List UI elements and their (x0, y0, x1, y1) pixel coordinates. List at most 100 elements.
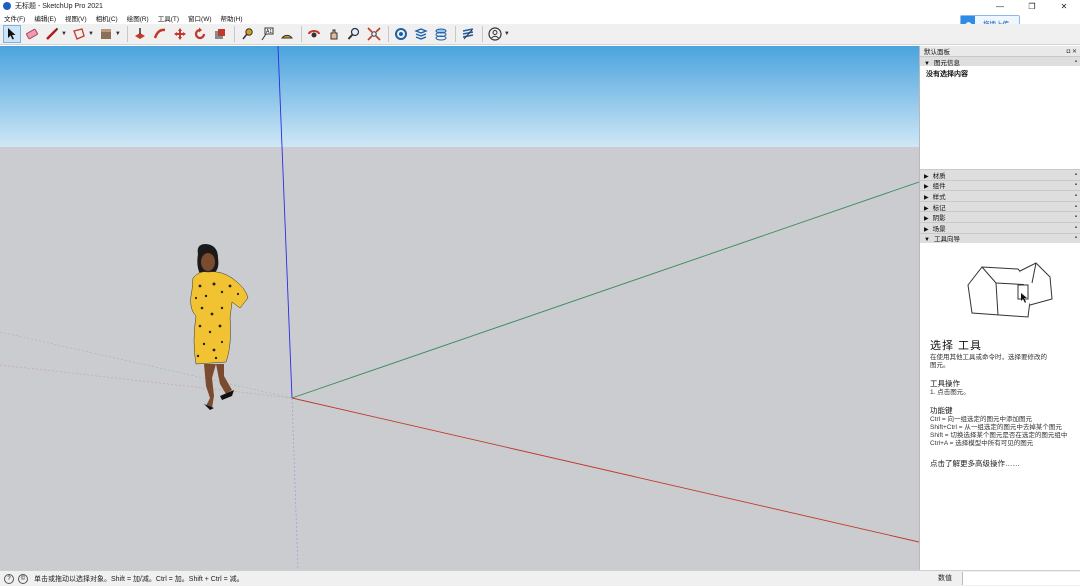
sandbox-icon (462, 28, 474, 40)
panel-close-icon[interactable]: ▪ (1075, 225, 1077, 231)
modifier-line: Ctrl+A = 选择模型中所有可见的图元 (930, 439, 1034, 447)
person-figure[interactable] (190, 244, 249, 410)
panel-close-icon[interactable]: ▪ (1075, 235, 1077, 241)
panel-components[interactable]: ▶ 组件 ▪ (920, 179, 1080, 191)
line-icon (46, 27, 59, 40)
shape-tool-button[interactable] (70, 25, 88, 43)
toolbar-separator (300, 26, 302, 42)
drawing-viewport[interactable] (0, 46, 919, 570)
account-button[interactable] (486, 25, 504, 43)
line-tool-button[interactable] (43, 25, 61, 43)
text-tool-button[interactable]: A1 (258, 25, 276, 43)
menu-draw[interactable]: 绘图(R) (127, 13, 149, 23)
status-bar: ? © 单击或拖动以选择对象。Shift = 加/减。Ctrl = 加。Shif… (0, 570, 1080, 586)
move-tool-button[interactable] (171, 25, 189, 43)
entity-info-content: 没有选择内容 (926, 71, 968, 78)
eraser-tool-button[interactable] (23, 25, 41, 43)
shape-icon (73, 28, 85, 40)
measurements-input[interactable] (962, 572, 1080, 585)
eraser-icon (26, 28, 38, 40)
panel-close-icon[interactable]: ▪ (1075, 193, 1077, 199)
panel-close-icon[interactable]: ▪ (1075, 214, 1077, 220)
collapse-triangle-icon: ▶ (924, 194, 929, 201)
maximize-button[interactable]: ❐ (1016, 0, 1048, 12)
toolbar-separator (454, 26, 456, 42)
scale-icon (214, 29, 225, 39)
green-axis-dotted-line (0, 331, 293, 399)
zoom-extents-tool-button[interactable] (365, 25, 383, 43)
panel-shadows[interactable]: ▶ 阴影 ▪ (920, 211, 1080, 222)
warehouse-icon (394, 28, 407, 40)
minimize-button[interactable]: — (984, 0, 1016, 12)
blue-axis-line (277, 46, 293, 399)
modifier-line: Shift+Ctrl = 从一组选定的图元中去掉某个图元 (930, 423, 1062, 431)
move-icon (173, 28, 186, 40)
modifier-line: Ctrl = 向一组选定的图元中添加图元 (930, 415, 1033, 423)
close-button[interactable]: ✕ (1048, 0, 1080, 12)
rotate-tool-button[interactable] (191, 25, 209, 43)
menu-edit[interactable]: 编辑(E) (34, 13, 56, 23)
panel-scenes[interactable]: ▶ 场景 ▪ (920, 221, 1080, 233)
panel-tags[interactable]: ▶ 标记 ▪ (920, 200, 1080, 212)
window-title: 无标题 - SketchUp Pro 2021 (15, 3, 103, 10)
tape-measure-tool-button[interactable] (238, 25, 256, 43)
collapse-triangle-icon: ▶ (924, 226, 929, 233)
follow-me-tool-button[interactable] (151, 25, 169, 43)
zoom-extents-icon (367, 27, 381, 41)
text-icon: A1 (261, 27, 274, 41)
tape-measure-icon (242, 28, 253, 40)
panel-materials[interactable]: ▶ 材质 ▪ (920, 169, 1080, 180)
extension-icon (414, 28, 428, 40)
select-tool-button[interactable] (3, 25, 21, 43)
panel-close-icon[interactable]: ▪ (1075, 59, 1077, 65)
menu-tools[interactable]: 工具(T) (158, 13, 179, 23)
select-icon (8, 28, 16, 40)
panel-label: 标记 (932, 204, 946, 212)
panel-close-icon[interactable]: ▪ (1075, 182, 1077, 188)
pan-tool-button[interactable] (325, 25, 343, 43)
tool-title: 选择 工具 (930, 339, 983, 352)
shape-dropdown-icon[interactable]: ▼ (88, 31, 94, 37)
menu-help[interactable]: 帮助(H) (221, 13, 243, 23)
menu-window[interactable]: 窗口(W) (188, 13, 211, 23)
sandbox-button[interactable] (459, 25, 477, 43)
scale-tool-button[interactable] (211, 25, 229, 43)
geo-location-icon[interactable]: ? (4, 573, 14, 584)
pan-icon (330, 29, 338, 40)
protractor-tool-button[interactable] (278, 25, 296, 43)
panel-styles[interactable]: ▶ 样式 ▪ (920, 190, 1080, 201)
operation-step: 1. 点击图元。 (930, 388, 970, 396)
menu-view[interactable]: 视图(V) (65, 13, 87, 23)
panel-label: 材质 (932, 172, 946, 180)
push-pull-tool-button[interactable] (131, 25, 149, 43)
tool-description: 在使用其他工具或命令时，选择要修改的图元。 (930, 353, 1047, 369)
advanced-operations-link[interactable]: 点击了解更多高级操作…… (930, 458, 1070, 469)
warehouse-button[interactable] (392, 25, 410, 43)
push-pull-icon (134, 28, 145, 39)
menu-file[interactable]: 文件(F) (4, 13, 25, 23)
extension-warehouse-button[interactable] (412, 25, 430, 43)
toolbar-separator (387, 26, 389, 42)
panel-label: 阴影 (932, 215, 946, 223)
instructor-header[interactable]: ▼ 工具向导 ▪ (920, 232, 1080, 243)
panel-close-icon[interactable]: ▪ (1075, 204, 1077, 210)
paint-tool-button[interactable] (97, 25, 115, 43)
orbit-tool-button[interactable] (305, 25, 323, 43)
panel-label: 组件 (932, 183, 946, 191)
main-toolbar: ▼ ▼ ▼ A1 ▼ (0, 24, 1080, 45)
zoom-tool-button[interactable] (345, 25, 363, 43)
paint-dropdown-icon[interactable]: ▼ (115, 31, 121, 37)
layers-button[interactable] (432, 25, 450, 43)
line-dropdown-icon[interactable]: ▼ (61, 31, 67, 37)
toolbar-separator (233, 26, 235, 42)
pin-icon[interactable]: ◘ ✕ (1067, 48, 1077, 55)
menu-camera[interactable]: 相机(C) (96, 13, 118, 23)
menu-bar: 文件(F) 编辑(E) 视图(V) 相机(C) 绘图(R) 工具(T) 窗口(W… (0, 12, 1080, 24)
measurements-label: 数值 (938, 575, 952, 582)
account-dropdown-icon[interactable]: ▼ (504, 31, 510, 37)
panel-close-icon[interactable]: ▪ (1075, 172, 1077, 178)
credits-icon[interactable]: © (18, 573, 28, 584)
orbit-icon (307, 30, 320, 38)
entity-info-header[interactable]: ▼ 图元信息 ▪ (920, 56, 1080, 67)
blue-axis-dotted-line (291, 397, 299, 570)
